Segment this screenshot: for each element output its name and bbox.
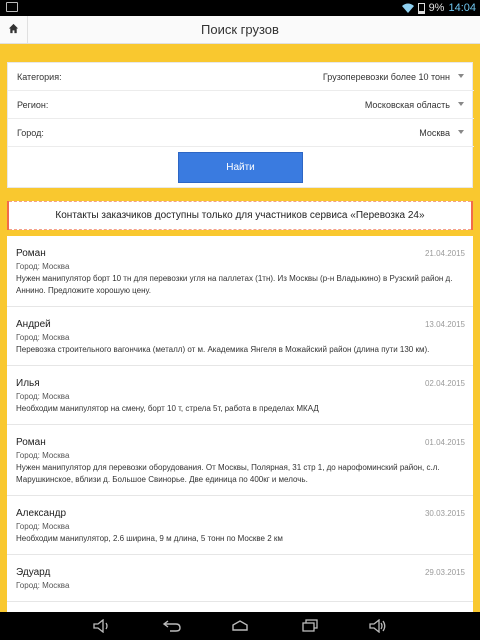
battery-percent: 9% bbox=[428, 2, 445, 14]
filter-card: Категория: Грузоперевозки более 10 тонн … bbox=[7, 62, 474, 188]
volume-down-icon[interactable] bbox=[92, 618, 112, 634]
category-label: Категория: bbox=[17, 72, 62, 82]
back-icon[interactable] bbox=[162, 618, 182, 634]
customer-name: Илья bbox=[16, 378, 40, 389]
order-date: 29.03.2015 bbox=[424, 568, 465, 577]
search-button[interactable]: Найти bbox=[178, 152, 303, 183]
order-description: Необходим манипулятор на смену, борт 10 … bbox=[16, 404, 319, 413]
home-icon[interactable] bbox=[230, 618, 250, 634]
order-description: Необходим манипулятор, 2.6 ширина, 9 м д… bbox=[16, 534, 283, 543]
order-description: Нужен манипулятор борт 10 тн для перевоз… bbox=[16, 274, 453, 283]
region-label: Регион: bbox=[17, 100, 49, 110]
category-value: Грузоперевозки более 10 тонн bbox=[322, 72, 450, 82]
order-description: Марушкинское, вблизи д. Большое Свинорье… bbox=[16, 475, 308, 484]
access-notice: Контакты заказчиков доступны только для … bbox=[7, 201, 473, 230]
page-title: Поиск грузов bbox=[201, 22, 279, 37]
order-date: 30.03.2015 bbox=[424, 509, 465, 518]
battery-icon bbox=[417, 2, 425, 14]
customer-name: Эдуард bbox=[16, 567, 51, 578]
volume-up-icon[interactable] bbox=[368, 618, 388, 634]
city-label: Город: bbox=[17, 128, 44, 138]
list-item[interactable]: Александр 30.03.2015 Город: Москва Необходи… bbox=[7, 496, 473, 555]
order-description: Нужен манипулятор для перевозки оборудов… bbox=[16, 463, 440, 472]
region-value: Московская область bbox=[364, 100, 450, 110]
region-select[interactable]: Регион: Московская область bbox=[8, 91, 474, 119]
system-nav-bar bbox=[0, 612, 480, 640]
customer-name: Александр bbox=[16, 508, 67, 519]
city-value: Москва bbox=[419, 128, 450, 138]
order-date: 02.04.2015 bbox=[424, 379, 465, 388]
customer-name: Андрей bbox=[16, 319, 51, 330]
list-item[interactable]: Эдуард 29.03.2015 Город: Москва bbox=[7, 555, 473, 602]
app-header: Поиск грузов bbox=[0, 16, 480, 44]
order-date: 21.04.2015 bbox=[424, 249, 465, 258]
list-item[interactable]: Роман 21.04.2015 Город: Москва Нужен манипу… bbox=[7, 236, 473, 307]
list-item[interactable]: Илья 02.04.2015 Город: Москва Необходим ман… bbox=[7, 366, 473, 425]
city-select[interactable]: Город: Москва bbox=[8, 119, 474, 147]
category-select[interactable]: Категория: Грузоперевозки более 10 тонн bbox=[8, 63, 474, 91]
order-description: Перевозка строительного вагончика (метал… bbox=[16, 345, 430, 354]
order-date: 01.04.2015 bbox=[424, 438, 465, 447]
order-date: 13.04.2015 bbox=[424, 320, 465, 329]
order-list[interactable]: Роман 21.04.2015 Город: Москва Нужен манипу… bbox=[7, 236, 473, 612]
clock: 14:04 bbox=[448, 2, 476, 14]
order-city: Город: Москва bbox=[16, 333, 70, 342]
chevron-down-icon bbox=[458, 74, 464, 78]
order-description: Аннино. Предложите хорошую цену. bbox=[16, 286, 151, 295]
chevron-down-icon bbox=[458, 130, 464, 134]
status-bar: 9% 14:04 bbox=[0, 0, 480, 16]
customer-name: Роман bbox=[16, 437, 46, 448]
order-city: Город: Москва bbox=[16, 451, 70, 460]
sim-icon bbox=[6, 2, 18, 12]
list-item[interactable]: Андрей 13.04.2015 Город: Москва Перевозка с… bbox=[7, 307, 473, 366]
order-city: Город: Москва bbox=[16, 581, 70, 590]
wifi-icon bbox=[401, 3, 414, 13]
list-item[interactable]: Роман 01.04.2015 Город: Москва Нужен манипу… bbox=[7, 425, 473, 496]
chevron-down-icon bbox=[458, 102, 464, 106]
recents-icon[interactable] bbox=[300, 618, 320, 634]
order-city: Город: Москва bbox=[16, 392, 70, 401]
order-city: Город: Москва bbox=[16, 262, 70, 271]
order-city: Город: Москва bbox=[16, 522, 70, 531]
customer-name: Роман bbox=[16, 248, 46, 259]
